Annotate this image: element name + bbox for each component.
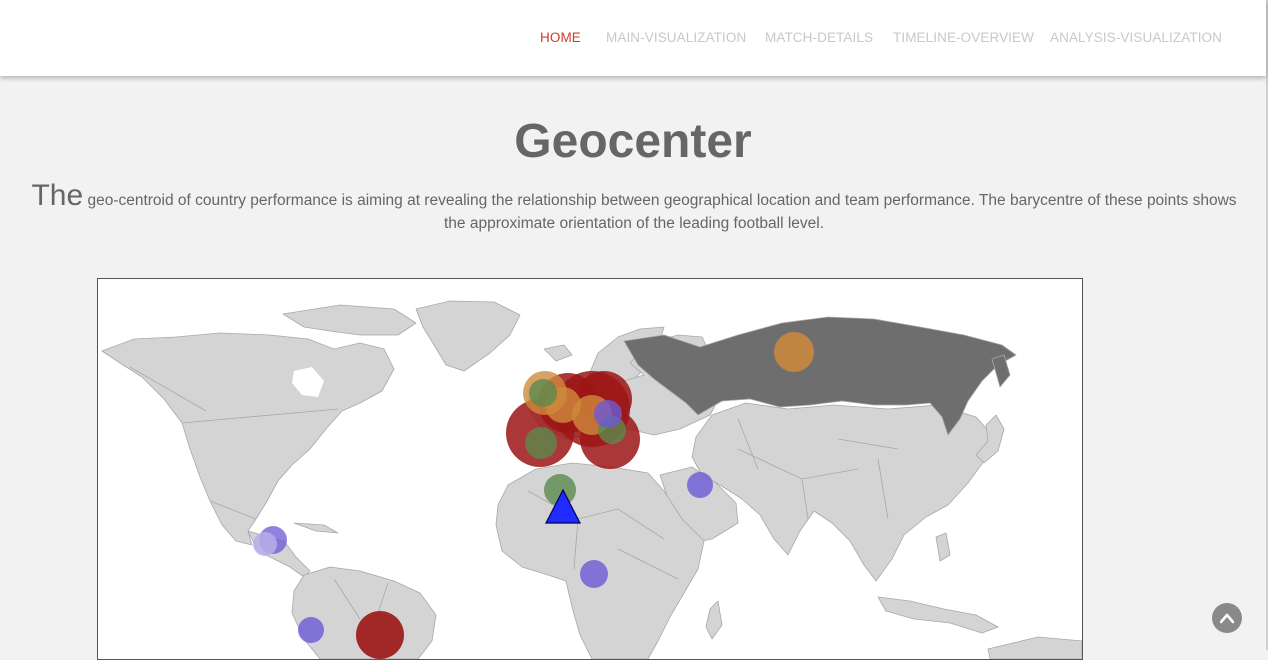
scroll-to-top-button[interactable]: [1212, 603, 1242, 633]
intro-lead-word: The: [31, 179, 84, 212]
nav-item-analysis-visualization[interactable]: ANALYSIS-VISUALIZATION: [1050, 30, 1222, 45]
russia-circle: [774, 332, 814, 372]
south-america-circle-1: [298, 617, 324, 643]
europe-circle-green-2: [525, 427, 557, 459]
europe-circle-purple: [594, 400, 622, 428]
intro-text: geo-centroid of country performance is a…: [83, 192, 1237, 232]
philippines-shape: [935, 532, 951, 562]
australia-shape: [987, 636, 1082, 659]
page-title: Geocenter: [514, 115, 752, 168]
arctic-islands-shape: [282, 304, 417, 336]
nav-item-main-visualization[interactable]: MAIN-VISUALIZATION: [606, 30, 746, 45]
nav-item-home[interactable]: HOME: [540, 30, 581, 45]
nav-menu: HOME MAIN-VISUALIZATION MATCH-DETAILS TI…: [0, 30, 1266, 50]
nav-item-match-details[interactable]: MATCH-DETAILS: [765, 30, 873, 45]
intro-paragraph: The geo-centroid of country performance …: [24, 181, 1244, 235]
central-america-circle-2: [253, 532, 277, 556]
world-map-svg: [101, 300, 1082, 659]
europe-circle-green-1: [529, 379, 557, 407]
geocenter-map[interactable]: [97, 278, 1083, 660]
north-america-shape: [101, 332, 395, 546]
madagascar-shape: [705, 600, 723, 640]
cuba-shape: [293, 522, 339, 534]
west-africa-circle: [580, 560, 608, 588]
greenland-shape: [415, 300, 521, 372]
chevron-up-icon: [1220, 613, 1234, 624]
middle-east-circle: [687, 472, 713, 498]
iceland-shape: [543, 344, 573, 362]
top-navbar: HOME MAIN-VISUALIZATION MATCH-DETAILS TI…: [0, 0, 1266, 76]
nav-item-timeline-overview[interactable]: TIMELINE-OVERVIEW: [893, 30, 1034, 45]
indonesia-shape: [877, 596, 999, 634]
south-america-circle-big: [356, 611, 404, 659]
